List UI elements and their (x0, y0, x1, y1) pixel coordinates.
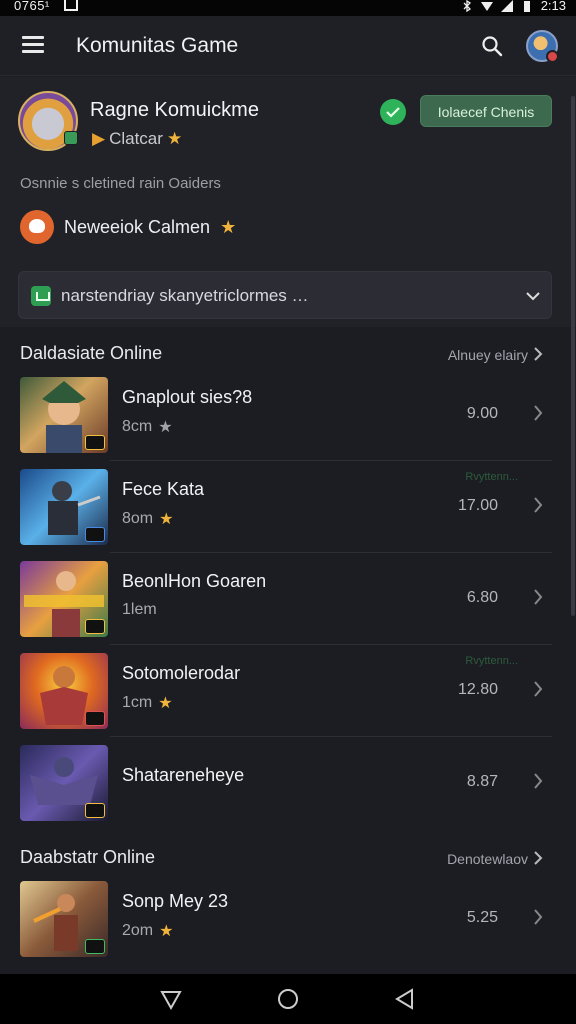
game-thumbnail (20, 881, 108, 957)
game-meta: 1lem (122, 601, 157, 619)
game-value: 12.80 (457, 681, 498, 698)
profile-badge-icon (64, 131, 78, 145)
category-icon (31, 286, 51, 306)
game-thumbnail (20, 745, 108, 821)
game-thumbnail (20, 377, 108, 453)
profile-name: Ragne Komuickme (90, 99, 259, 121)
game-name: Sonp Mey 23 (122, 891, 229, 911)
chevron-right-icon (534, 405, 543, 421)
page-title: Komunitas Game (76, 34, 239, 57)
notification-row[interactable]: Neweeiok Calmen ★ (20, 210, 236, 244)
search-icon[interactable] (480, 34, 504, 58)
profile-description: Osnnie s cletined rain Oaiders (20, 175, 221, 192)
section-title: Daldasiate Online (20, 343, 163, 363)
avatar-status-dot (546, 50, 559, 63)
follow-button[interactable]: Iolaecef Chenis (420, 95, 552, 127)
verified-icon (380, 99, 406, 125)
user-avatar[interactable] (526, 30, 559, 63)
game-thumbnail (20, 561, 108, 637)
chevron-right-icon[interactable] (532, 850, 544, 866)
wifi-icon (480, 1, 493, 11)
game-name: Sotomolerodar (122, 663, 241, 683)
star-icon: ★ (158, 419, 173, 436)
star-icon: ★ (158, 695, 173, 712)
play-icon: ▶ (92, 129, 106, 148)
game-meta-text: 1cm (122, 694, 153, 711)
home-circle-icon[interactable] (277, 988, 299, 1010)
game-meta-text: 1lem (122, 601, 157, 618)
battery-icon (523, 0, 530, 12)
profile-subtitle: ▶ Clatcar ★ (92, 129, 182, 149)
star-icon: ★ (159, 923, 174, 940)
back-triangle-icon[interactable] (160, 988, 182, 1010)
chevron-right-icon (534, 681, 543, 697)
notification-icon (64, 0, 78, 11)
game-thumbnail (20, 469, 108, 545)
chevron-right-icon (534, 909, 543, 925)
section-see-all-link[interactable]: Denotewlaov (447, 851, 528, 867)
list-item[interactable]: BeonlHon Goaren 1lem 6.80 (0, 553, 576, 645)
game-value: 5.25 (466, 909, 498, 926)
game-meta: 8om ★ (122, 509, 173, 529)
status-icons: 2:13 (461, 0, 566, 13)
list-item[interactable]: Sotomolerodar 1cm ★ Rvyttenn... 12.80 (0, 645, 576, 737)
game-overlay-text: Rvyttenn... (465, 655, 518, 667)
list-item[interactable]: Fece Kata 8om ★ Rvyttenn... 17.00 (0, 461, 576, 553)
list-item[interactable]: Sonp Mey 23 2om ★ 5.25 (0, 873, 576, 965)
status-time: 0765¹ (14, 0, 50, 13)
section-see-all-link[interactable]: Alnuey elairy (448, 347, 528, 363)
game-meta-text: 2om (122, 922, 154, 939)
section-title: Daabstatr Online (20, 847, 156, 867)
game-value: 8.87 (466, 773, 498, 790)
list-item[interactable]: Shatareneheye 8.87 (0, 737, 576, 829)
recent-triangle-icon[interactable] (394, 988, 416, 1010)
app-bar: Komunitas Game (0, 16, 576, 76)
star-icon: ★ (166, 129, 183, 148)
game-name: Fece Kata (122, 479, 205, 499)
section-header: Daldasiate Online Alnuey elairy (0, 339, 576, 369)
game-meta: 1cm ★ (122, 693, 173, 713)
game-value: 6.80 (466, 589, 498, 606)
chevron-right-icon (534, 589, 543, 605)
game-badge-icon (85, 435, 105, 450)
dropdown-text: narstendriay skanyetriclormes … (61, 286, 309, 305)
category-dropdown[interactable]: narstendriay skanyetriclormes … (18, 271, 552, 319)
bluetooth-icon (463, 0, 471, 12)
status-bar: 0765¹ 2:13 (0, 0, 576, 16)
scrollbar[interactable] (571, 96, 575, 616)
chevron-right-icon (534, 773, 543, 789)
list-item[interactable]: Gnaplout sies?8 8cm ★ 9.00 (0, 369, 576, 461)
game-meta-text: 8om (122, 510, 154, 527)
profile-sub-label: Clatcar (109, 129, 163, 148)
game-badge-icon (85, 803, 105, 818)
game-thumbnail (20, 653, 108, 729)
profile-avatar[interactable] (18, 91, 78, 151)
chevron-right-icon[interactable] (532, 346, 544, 362)
chevron-down-icon (526, 292, 540, 301)
game-overlay-text: Rvyttenn... (465, 471, 518, 483)
notification-bell-icon (20, 210, 54, 244)
game-badge-icon (85, 527, 105, 542)
system-nav-bar (0, 974, 576, 1024)
game-badge-icon (85, 711, 105, 726)
game-badge-icon (85, 939, 105, 954)
sparkle-icon: ★ (220, 216, 237, 237)
game-badge-icon (85, 619, 105, 634)
game-name: Shatareneheye (122, 765, 245, 785)
game-value: 9.00 (466, 405, 498, 422)
signal-icon (500, 0, 513, 12)
notification-label: Neweeiok Calmen (64, 216, 211, 237)
chevron-right-icon (534, 497, 543, 513)
game-name: Gnaplout sies?8 (122, 387, 253, 407)
game-meta: 2om ★ (122, 921, 173, 941)
menu-icon[interactable] (22, 36, 44, 54)
star-icon: ★ (159, 511, 174, 528)
game-value: 17.00 (457, 497, 498, 514)
screen: Komunitas Game Ragne Komuickme ▶ Clatcar… (0, 16, 576, 974)
game-meta-text: 8cm (122, 418, 153, 435)
game-name: BeonlHon Goaren (122, 571, 267, 591)
game-meta: 8cm ★ (122, 417, 173, 437)
section-header: Daabstatr Online Denotewlaov (0, 843, 576, 873)
status-clock: 2:13 (540, 0, 566, 13)
